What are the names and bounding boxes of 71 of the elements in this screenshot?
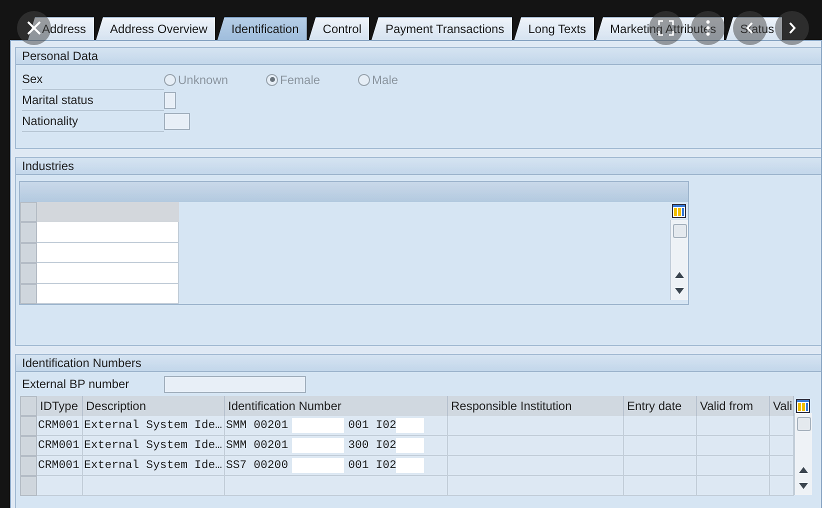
table-cell-text: 001 I02 [348, 458, 396, 474]
scrollbar[interactable] [670, 220, 688, 300]
row-selector[interactable] [20, 222, 37, 242]
redaction-block [396, 438, 424, 453]
scroll-down-icon[interactable] [799, 483, 808, 489]
tab[interactable]: Address Overview [96, 17, 216, 40]
row-selector[interactable] [20, 242, 37, 263]
scrollbar[interactable] [794, 413, 812, 495]
field-label: Sex [22, 70, 164, 90]
table-cell-text: CRM001 [38, 458, 80, 474]
column-header[interactable]: Valid from [697, 396, 770, 416]
column-header[interactable]: Responsible Institution [448, 396, 624, 416]
scroll-up-icon[interactable] [675, 272, 684, 278]
column-layout-icon[interactable] [672, 204, 686, 218]
field-label: External BP number [22, 376, 130, 392]
table-cell[interactable] [37, 284, 179, 304]
scroll-down-icon[interactable] [675, 288, 684, 294]
column-header[interactable] [37, 202, 179, 222]
table-cell[interactable] [37, 222, 179, 242]
row-selector[interactable] [20, 456, 37, 476]
column-header[interactable]: Entry date [624, 396, 697, 416]
table-cell-text: CRM001 [38, 418, 80, 434]
table-cell[interactable] [37, 263, 179, 284]
scroll-thumb[interactable] [672, 224, 686, 238]
column-header[interactable]: Description [83, 396, 225, 416]
row-selector[interactable] [20, 396, 37, 416]
row-selector[interactable] [20, 476, 37, 496]
redaction-block [292, 418, 344, 433]
table-cell-text: External System Ide… [84, 438, 222, 454]
row-selector[interactable] [20, 284, 37, 304]
column-header[interactable]: Vali [770, 396, 794, 416]
redaction-block [292, 458, 344, 473]
table-cell-text: SS7 00200 [226, 458, 288, 474]
table-cell[interactable] [37, 242, 179, 263]
row-selector[interactable] [20, 436, 37, 456]
tab[interactable]: Payment Transactions [371, 17, 512, 40]
input-field[interactable] [164, 92, 176, 109]
column-header[interactable]: Identification Number [225, 396, 448, 416]
row-selector[interactable] [20, 416, 37, 436]
tab[interactable]: Identification [217, 17, 307, 40]
table-cell-text: 300 I02 [348, 438, 396, 454]
redaction-block [396, 458, 424, 473]
table-cell [770, 476, 794, 496]
chevron-right-icon [788, 22, 796, 34]
table-cell [770, 416, 794, 436]
input-field[interactable] [164, 376, 306, 392]
tab[interactable]: Long Texts [514, 17, 594, 40]
table-cell-text: 001 I02 [348, 418, 396, 434]
redaction-block [292, 438, 344, 453]
table-cell [770, 456, 794, 476]
scroll-up-icon[interactable] [799, 467, 808, 473]
table-cell-text: External System Ide… [84, 458, 222, 474]
table-cell-text: SMM 00201 [226, 438, 288, 454]
section-header: Industries [16, 158, 821, 175]
section-header: Personal Data [16, 48, 821, 65]
table-cell-text: CRM001 [38, 438, 80, 454]
table-cell [770, 436, 794, 456]
close-icon [26, 20, 42, 36]
input-field[interactable] [164, 113, 190, 130]
table-cell-text: SMM 00201 [226, 418, 288, 434]
next-button[interactable] [775, 11, 809, 45]
row-selector[interactable] [20, 202, 37, 222]
row-selector[interactable] [20, 263, 37, 284]
redaction-block [396, 418, 424, 433]
table-cell-text: External System Ide… [84, 418, 222, 434]
scroll-thumb[interactable] [796, 417, 810, 431]
column-header[interactable]: IDType [37, 396, 83, 416]
section-header: Identification Numbers [16, 355, 821, 372]
column-layout-icon[interactable] [796, 399, 810, 413]
tab[interactable]: Control [308, 17, 370, 40]
tab[interactable]: Address [28, 17, 94, 40]
